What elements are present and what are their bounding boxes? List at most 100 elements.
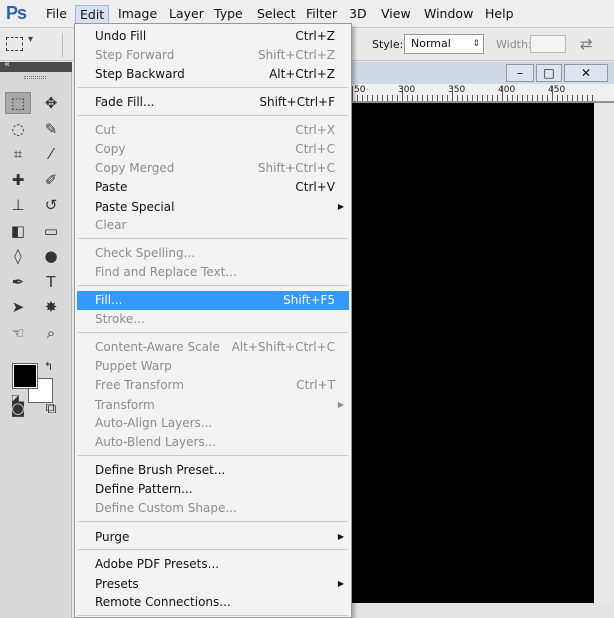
menuitem-remote-connections[interactable]: Remote Connections... — [77, 593, 349, 612]
menuitem-cut: Cut Ctrl+X — [77, 121, 349, 140]
ruler-label: 450 — [548, 85, 566, 95]
menuitem-label: Remote Connections... — [95, 595, 231, 609]
maximize-button[interactable]: □ — [536, 64, 562, 82]
menuitem-step-backward[interactable]: Step Backward Alt+Ctrl+Z — [77, 65, 349, 84]
brush-icon[interactable]: ✐ — [38, 169, 64, 191]
crop-icon[interactable]: ⌗ — [5, 143, 31, 165]
default-colors-icon[interactable]: ◪ — [11, 394, 20, 404]
edit-menu-dropdown: Undo Fill Ctrl+Z Step Forward Shift+Ctrl+Z… — [74, 23, 352, 618]
menu-separator — [78, 238, 348, 239]
menuitem-label: Free Transform — [95, 378, 184, 392]
zoom-icon[interactable]: ⌕ — [38, 322, 64, 344]
ruler-tick — [482, 95, 483, 101]
menuitem-purge[interactable]: Purge ▶ — [77, 528, 349, 547]
menuitem-fill[interactable]: Fill... Shift+F5 — [77, 291, 349, 310]
move-icon[interactable]: ✥ — [38, 92, 64, 114]
menu-select[interactable]: Select — [253, 5, 300, 24]
menu-3d[interactable]: 3D — [345, 5, 371, 24]
hand-icon[interactable]: ☜ — [5, 322, 31, 344]
eyedropper-icon[interactable]: ⁄ — [38, 143, 64, 165]
menuitem-clear: Clear — [77, 216, 349, 235]
type-icon[interactable]: T — [38, 271, 64, 293]
menuitem-label: Step Backward — [95, 67, 185, 81]
menuitem-define-pattern[interactable]: Define Pattern... — [77, 480, 349, 499]
menuitem-paste[interactable]: Paste Ctrl+V — [77, 178, 349, 197]
menuitem-shortcut: Ctrl+T — [296, 378, 335, 392]
tools-panel-header[interactable]: « — [0, 59, 72, 72]
eraser-icon[interactable]: ◧ — [5, 220, 31, 242]
clone-stamp-icon[interactable]: ⊥ — [5, 194, 31, 216]
vertical-scrollbar[interactable] — [594, 103, 614, 603]
menuitem-define-brush[interactable]: Define Brush Preset... — [77, 461, 349, 480]
swap-width-height-icon[interactable]: ⇄ — [580, 35, 593, 53]
menu-image[interactable]: Image — [114, 5, 161, 24]
ruler-tick — [462, 95, 463, 101]
menu-layer[interactable]: Layer — [165, 5, 208, 24]
ruler-tick — [437, 95, 438, 101]
gradient-icon[interactable]: ▭ — [38, 220, 64, 242]
menuitem-adobe-pdf-presets[interactable]: Adobe PDF Presets... — [77, 555, 349, 574]
blur-icon[interactable]: ◊ — [5, 245, 31, 267]
healing-brush-icon[interactable]: ✚ — [5, 169, 31, 191]
document-canvas[interactable] — [348, 103, 594, 603]
menuitem-shortcut: Shift+Ctrl+Z — [258, 48, 335, 62]
quick-select-icon[interactable]: ✎ — [38, 118, 64, 140]
menu-window[interactable]: Window — [420, 5, 477, 24]
menuitem-label: Content-Aware Scale — [95, 340, 220, 354]
menu-help[interactable]: Help — [481, 5, 518, 24]
history-brush-icon[interactable]: ↺ — [38, 194, 64, 216]
ruler-label: 300 — [398, 85, 416, 95]
ruler-tick — [507, 95, 508, 101]
menu-file[interactable]: File — [42, 5, 71, 24]
tool-preset-picker[interactable]: ▾ — [6, 34, 56, 56]
menuitem-stroke: Stroke... — [77, 310, 349, 329]
marquee-icon[interactable]: ⬚ — [5, 92, 31, 114]
menuitem-fade-fill[interactable]: Fade Fill... Shift+Ctrl+F — [77, 93, 349, 112]
dodge-icon[interactable]: ● — [38, 245, 64, 267]
menu-filter[interactable]: Filter — [302, 5, 341, 24]
tools-panel: « ⬚ ✥ ◌ ✎ ⌗ ⁄ ✚ ✐ ⊥ ↺ ◧ ▭ ◊ ● ✒ T ➤ ✸ ☜ ⌕ ◙ ⧉ ↰ ◪ — [0, 59, 72, 618]
menuitem-label: Paste Special — [95, 200, 175, 214]
menuitem-presets[interactable]: Presets ▶ — [77, 575, 349, 594]
menuitem-define-custom-shape: Define Custom Shape... — [77, 499, 349, 518]
menu-type[interactable]: Type — [210, 5, 247, 24]
foreground-color-swatch[interactable] — [12, 363, 38, 389]
width-input[interactable] — [530, 35, 566, 53]
collapse-panel-icon[interactable]: « — [4, 59, 10, 70]
pen-icon[interactable]: ✒ — [5, 271, 31, 293]
custom-shape-icon[interactable]: ✸ — [38, 296, 64, 318]
menuitem-label: Find and Replace Text... — [95, 265, 237, 279]
horizontal-ruler[interactable]: 50 300 350 400 450 — [348, 84, 614, 102]
swap-colors-icon[interactable]: ↰ — [44, 360, 53, 373]
menuitem-shortcut: Shift+Ctrl+F — [259, 95, 335, 109]
minimize-button[interactable]: – — [506, 64, 534, 82]
caret-down-icon: ▾ — [28, 34, 34, 45]
menuitem-paste-special[interactable]: Paste Special ▶ — [77, 198, 349, 217]
path-select-icon[interactable]: ➤ — [5, 296, 31, 318]
document-window: – □ ✕ 50 300 350 400 450 — [348, 62, 614, 618]
ruler-tick — [527, 95, 528, 101]
ruler-tick — [512, 95, 513, 101]
menu-view[interactable]: View — [377, 5, 415, 24]
menu-edit[interactable]: Edit — [75, 5, 110, 24]
menuitem-check-spelling: Check Spelling... — [77, 244, 349, 263]
menuitem-label: Define Brush Preset... — [95, 463, 226, 477]
menuitem-label: Fade Fill... — [95, 95, 155, 109]
menu-separator — [78, 115, 348, 116]
submenu-arrow-icon: ▶ — [337, 202, 344, 211]
menuitem-label: Auto-Align Layers... — [95, 416, 213, 430]
menuitem-undo-fill[interactable]: Undo Fill Ctrl+Z — [77, 27, 349, 46]
menuitem-shortcut: Ctrl+C — [295, 142, 335, 156]
close-button[interactable]: ✕ — [564, 64, 608, 82]
ruler-tick — [362, 95, 363, 101]
style-select[interactable]: Normal ⇕ — [404, 34, 484, 54]
submenu-arrow-icon: ▶ — [337, 532, 344, 541]
menuitem-auto-blend: Auto-Blend Layers... — [77, 433, 349, 452]
ruler-tick — [517, 95, 518, 101]
ruler-label: 400 — [498, 85, 516, 95]
ruler-tick — [587, 95, 588, 101]
lasso-icon[interactable]: ◌ — [5, 118, 31, 140]
horizontal-scrollbar[interactable] — [348, 603, 614, 618]
panel-grip[interactable] — [24, 76, 46, 79]
ruler-tick — [467, 95, 468, 101]
